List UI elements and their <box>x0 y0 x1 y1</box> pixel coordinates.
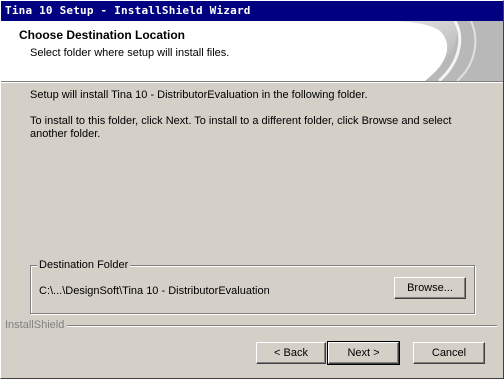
instruction-text-cont: another folder. <box>30 128 101 140</box>
page-subtitle: Select folder where setup will install f… <box>30 47 230 59</box>
installshield-branding: InstallShield <box>5 319 65 331</box>
next-button[interactable]: Next > <box>327 341 400 365</box>
header-panel: Choose Destination Location Select folde… <box>1 21 503 81</box>
cancel-button[interactable]: Cancel <box>413 342 485 364</box>
title-bar: Tina 10 Setup - InstallShield Wizard <box>1 1 503 21</box>
destination-folder-label: Destination Folder <box>37 259 131 271</box>
next-button-label: Next > <box>347 347 380 359</box>
browse-button-label: Browse... <box>407 282 453 294</box>
footer-separator <box>67 325 497 327</box>
installshield-banner-icon <box>385 21 503 81</box>
intro-text: Setup will install Tina 10 - Distributor… <box>30 89 368 101</box>
header-separator <box>1 81 503 83</box>
back-button-label: < Back <box>274 347 308 359</box>
destination-path: C:\...\DesignSoft\Tina 10 - DistributorE… <box>39 285 270 297</box>
browse-button[interactable]: Browse... <box>394 277 466 299</box>
page-title: Choose Destination Location <box>19 28 186 42</box>
installer-window: Tina 10 Setup - InstallShield Wizard Cho… <box>0 0 504 379</box>
instruction-text: To install to this folder, click Next. T… <box>30 115 452 127</box>
cancel-button-label: Cancel <box>431 347 467 359</box>
back-button[interactable]: < Back <box>256 342 326 364</box>
